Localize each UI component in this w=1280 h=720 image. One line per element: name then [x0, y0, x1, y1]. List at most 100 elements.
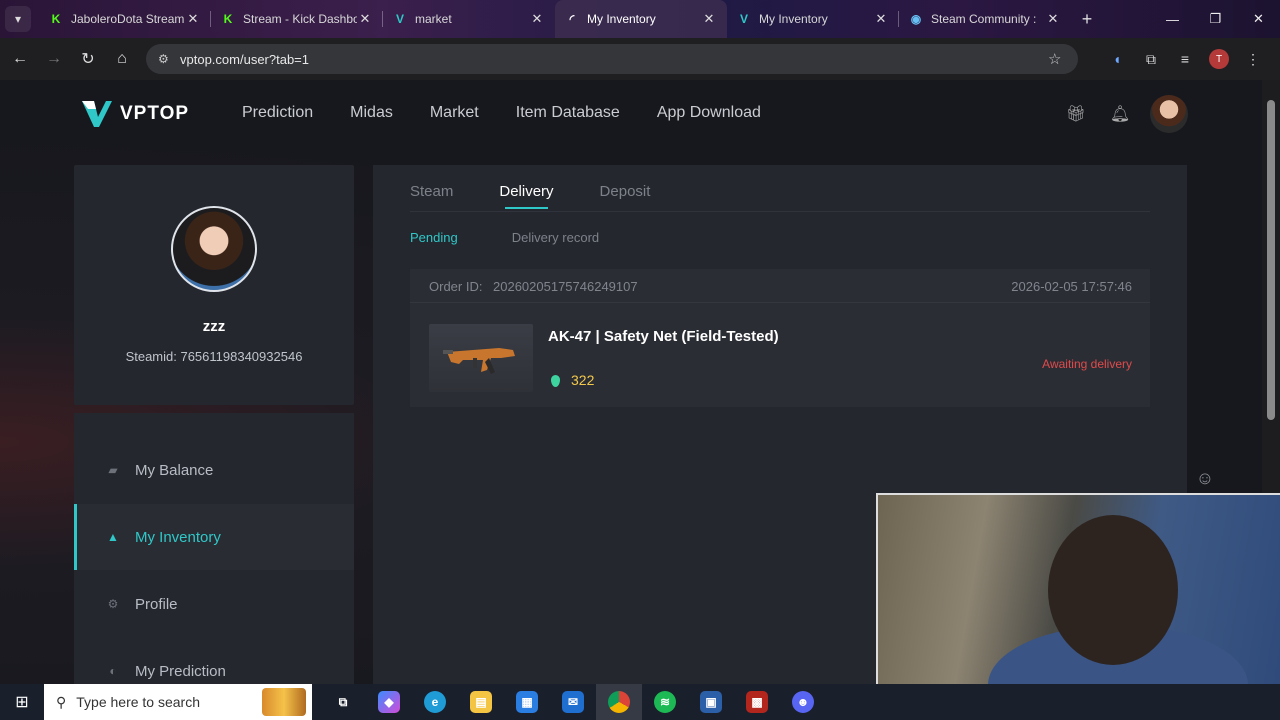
- nav-item-database[interactable]: Item Database: [516, 104, 620, 122]
- close-icon[interactable]: ✕: [701, 11, 717, 27]
- edge-icon[interactable]: e: [412, 684, 458, 720]
- close-icon[interactable]: ✕: [185, 11, 201, 27]
- tab-title: My Inventory: [759, 12, 828, 26]
- close-icon[interactable]: ✕: [873, 11, 889, 27]
- file-explorer-icon[interactable]: ▤: [458, 684, 504, 720]
- spotify-icon[interactable]: ≋: [642, 684, 688, 720]
- tab-title: Stream - Kick Dashbo: [243, 12, 357, 26]
- tab-steam[interactable]: Steam: [410, 183, 453, 209]
- sidebar-item-profile[interactable]: ⚙ Profile: [74, 571, 354, 637]
- chrome-icon[interactable]: [596, 684, 642, 720]
- sidebar-item-label: My Inventory: [135, 528, 221, 546]
- order-id: 20260205175746249107: [493, 279, 638, 294]
- browser-tabbar: ▾ K JaboleroDota Stream ✕ K Stream - Kic…: [0, 0, 1280, 38]
- status-badge: Awaiting delivery: [1042, 357, 1132, 371]
- extension-icon[interactable]: ◖: [1100, 51, 1134, 67]
- sidebar-item-my-prediction[interactable]: ◐ My Prediction: [74, 638, 354, 684]
- copilot-icon[interactable]: ◆: [366, 684, 412, 720]
- search-highlight-image: [262, 688, 306, 716]
- nav-app-download[interactable]: App Download: [657, 104, 761, 122]
- forward-icon[interactable]: →: [38, 43, 70, 75]
- extensions-puzzle-icon[interactable]: ⧉: [1134, 51, 1168, 68]
- more-menu-icon[interactable]: ⋮: [1236, 51, 1270, 68]
- vptop-icon: V: [395, 12, 404, 26]
- browser-tab[interactable]: ◉ Steam Community : ✕: [899, 0, 1071, 38]
- browser-tab-active[interactable]: ◜ My Inventory ✕: [555, 0, 727, 38]
- window-controls: — ❐ ✕: [1151, 0, 1280, 38]
- back-icon[interactable]: ←: [4, 43, 36, 75]
- browser-tab[interactable]: K JaboleroDota Stream ✕: [39, 0, 211, 38]
- sidebar-item-my-balance[interactable]: ▰ My Balance: [74, 437, 354, 503]
- sidebar-menu: ▰ My Balance ▲ My Inventory ⚙ Profile ◐ …: [74, 413, 354, 684]
- sidebar-item-label: My Balance: [135, 461, 214, 479]
- nav-midas[interactable]: Midas: [350, 104, 393, 122]
- site-logo[interactable]: VPTOP: [80, 97, 189, 131]
- profile-card: [74, 165, 354, 405]
- restore-icon[interactable]: ❐: [1194, 0, 1237, 38]
- rifle-icon: [443, 348, 515, 374]
- dota-icon[interactable]: ▩: [734, 684, 780, 720]
- task-view-icon[interactable]: ⧉: [320, 684, 366, 720]
- bell-icon[interactable]: 🔔︎: [1098, 94, 1142, 134]
- profile-steamid: Steamid: 76561198340932546: [125, 349, 303, 364]
- tab-title: JaboleroDota Stream: [71, 12, 185, 26]
- tab-title: market: [415, 12, 452, 26]
- item-thumbnail: [429, 324, 533, 392]
- nav-market[interactable]: Market: [430, 104, 479, 122]
- support-chat-icon[interactable]: ☺: [1190, 463, 1220, 493]
- site-nav: Prediction Midas Market Item Database Ap…: [242, 104, 798, 122]
- nav-prediction[interactable]: Prediction: [242, 104, 313, 122]
- search-icon: ⚲: [56, 693, 67, 710]
- sidebar-item-label: Profile: [135, 595, 178, 613]
- profile-avatar: [171, 206, 257, 292]
- user-avatar[interactable]: [1150, 95, 1188, 133]
- new-tab-button[interactable]: +: [1073, 9, 1101, 30]
- url-text[interactable]: vptop.com/user?tab=1: [180, 52, 1048, 67]
- profile-name: zzz: [202, 318, 226, 335]
- gift-icon[interactable]: 🎁︎: [1054, 94, 1098, 134]
- tab-search-button[interactable]: ▾: [5, 6, 31, 32]
- taskbar-search-placeholder: Type here to search: [76, 694, 201, 710]
- browser-tab[interactable]: K Stream - Kick Dashbo ✕: [211, 0, 383, 38]
- gem-currency-icon: [551, 375, 560, 387]
- profile-avatar-icon[interactable]: T: [1209, 49, 1229, 69]
- order-date: 2026-02-05 17:57:46: [1011, 279, 1132, 294]
- store-icon[interactable]: ▦: [504, 684, 550, 720]
- mail-icon[interactable]: ✉: [550, 684, 596, 720]
- bookmark-star-icon[interactable]: ☆: [1048, 50, 1078, 68]
- sidebar-item-my-inventory[interactable]: ▲ My Inventory: [74, 504, 354, 570]
- vptop-icon: V: [739, 12, 748, 26]
- close-icon[interactable]: ✕: [529, 11, 545, 27]
- subtab-delivery-record[interactable]: Delivery record: [512, 230, 599, 245]
- toolbar-right: ◖ ⧉ ≡ T ⋮: [1100, 44, 1270, 74]
- tab-delivery[interactable]: Delivery: [499, 183, 554, 209]
- tab-title: My Inventory: [587, 12, 656, 26]
- discord-icon[interactable]: ☻: [780, 684, 826, 720]
- steam-icon: ◉: [910, 12, 922, 26]
- sidebar-item-label: My Prediction: [135, 662, 226, 680]
- site-info-icon[interactable]: ⚙: [158, 52, 178, 66]
- address-bar[interactable]: ⚙ vptop.com/user?tab=1 ☆: [146, 44, 1078, 74]
- subtab-pending[interactable]: Pending: [410, 230, 458, 245]
- scrollbar-thumb[interactable]: [1267, 100, 1275, 420]
- media-icon[interactable]: ≡: [1168, 51, 1202, 67]
- windows-start-icon[interactable]: ⊞: [0, 684, 44, 720]
- browser-tab[interactable]: V market ✕: [383, 0, 555, 38]
- home-icon[interactable]: ⌂: [106, 43, 138, 75]
- kick-icon: K: [223, 12, 233, 26]
- reload-icon[interactable]: ↻: [72, 43, 104, 75]
- close-window-icon[interactable]: ✕: [1237, 0, 1280, 38]
- browser-toolbar: ← → ↻ ⌂ ⚙ vptop.com/user?tab=1 ☆ ◖ ⧉ ≡ T…: [0, 38, 1280, 80]
- item-price: 322: [571, 372, 595, 388]
- browser-tab[interactable]: V My Inventory ✕: [727, 0, 899, 38]
- tab-strip: K JaboleroDota Stream ✕ K Stream - Kick …: [39, 0, 1071, 38]
- header-actions: 🎁︎ 🔔︎: [1054, 94, 1188, 134]
- close-icon[interactable]: ✕: [357, 11, 373, 27]
- taskbar-search[interactable]: ⚲ Type here to search: [44, 684, 312, 720]
- app-icon[interactable]: ▣: [688, 684, 734, 720]
- prediction-icon: ◐: [109, 664, 117, 678]
- tab-deposit[interactable]: Deposit: [600, 183, 651, 209]
- close-icon[interactable]: ✕: [1045, 11, 1061, 27]
- loading-icon: ◜: [569, 12, 575, 26]
- minimize-icon[interactable]: —: [1151, 0, 1194, 38]
